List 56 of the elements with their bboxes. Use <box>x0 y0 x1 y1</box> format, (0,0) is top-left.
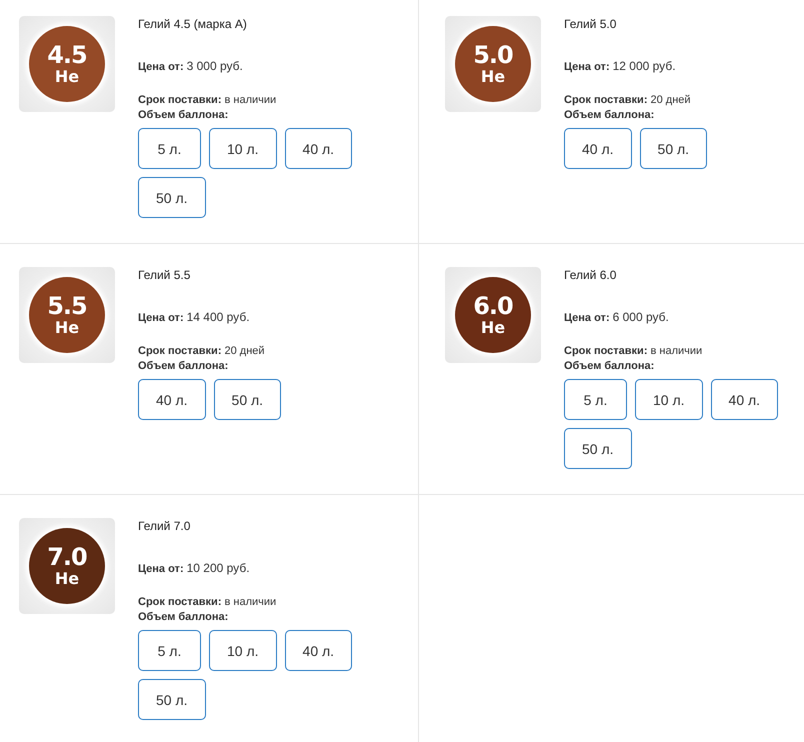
delivery-value: 20 дней <box>224 345 265 357</box>
volume-button[interactable]: 40 л. <box>284 630 352 671</box>
volume-button[interactable]: 50 л. <box>564 428 632 469</box>
volume-button[interactable]: 40 л. <box>710 379 778 420</box>
volume-button[interactable]: 50 л. <box>138 679 206 720</box>
price-label: Цена от: <box>564 61 610 73</box>
volume-label: Объем баллона: <box>138 360 228 372</box>
volume-button[interactable]: 5 л. <box>138 128 201 169</box>
volume-button[interactable]: 50 л. <box>640 128 708 169</box>
grade-label: 7.0 <box>47 544 87 570</box>
grade-label: 5.5 <box>47 293 87 319</box>
volume-button[interactable]: 50 л. <box>138 177 206 218</box>
delivery-value: в наличии <box>224 94 276 106</box>
grade-label: 6.0 <box>473 293 513 319</box>
volume-button[interactable]: 5 л. <box>564 379 627 420</box>
price-value: 3 000 руб. <box>186 59 243 73</box>
volume-label: Объем баллона: <box>138 611 228 623</box>
volume-button[interactable]: 40 л. <box>564 128 632 169</box>
price-value: 14 400 руб. <box>186 310 250 324</box>
product-title: Гелий 5.5 <box>138 267 192 283</box>
element-symbol: He <box>54 570 80 588</box>
volume-label: Объем баллона: <box>138 109 228 121</box>
delivery-label: Срок поставки: <box>138 596 222 608</box>
volume-label: Объем баллона: <box>564 109 654 121</box>
price-label: Цена от: <box>138 61 184 73</box>
delivery-label: Срок поставки: <box>138 94 222 106</box>
volume-button[interactable]: 5 л. <box>138 630 201 671</box>
delivery-label: Срок поставки: <box>564 94 648 106</box>
volume-button[interactable]: 40 л. <box>284 128 352 169</box>
delivery-label: Срок поставки: <box>564 345 648 357</box>
delivery-value: в наличии <box>650 345 702 357</box>
price-value: 10 200 руб. <box>186 561 250 575</box>
element-symbol: He <box>54 68 80 86</box>
volume-button[interactable]: 50 л. <box>214 379 282 420</box>
element-symbol: He <box>480 319 506 337</box>
volume-button[interactable]: 10 л. <box>209 128 277 169</box>
grade-label: 4.5 <box>47 42 87 68</box>
element-symbol: He <box>54 319 80 337</box>
delivery-label: Срок поставки: <box>138 345 222 357</box>
element-symbol: He <box>480 68 506 86</box>
price-value: 12 000 руб. <box>612 59 676 73</box>
volume-label: Объем баллона: <box>564 360 654 372</box>
price-label: Цена от: <box>564 312 610 324</box>
price-label: Цена от: <box>138 312 184 324</box>
volume-button[interactable]: 10 л. <box>635 379 703 420</box>
price-value: 6 000 руб. <box>612 310 669 324</box>
grade-label: 5.0 <box>473 42 513 68</box>
product-title: Гелий 5.0 <box>564 16 618 32</box>
product-title: Гелий 4.5 (марка А) <box>138 16 248 32</box>
product-title: Гелий 6.0 <box>564 267 618 283</box>
product-title: Гелий 7.0 <box>138 518 192 534</box>
delivery-value: в наличии <box>224 596 276 608</box>
volume-button[interactable]: 40 л. <box>138 379 206 420</box>
delivery-value: 20 дней <box>650 94 691 106</box>
price-label: Цена от: <box>138 563 184 575</box>
volume-button[interactable]: 10 л. <box>209 630 277 671</box>
